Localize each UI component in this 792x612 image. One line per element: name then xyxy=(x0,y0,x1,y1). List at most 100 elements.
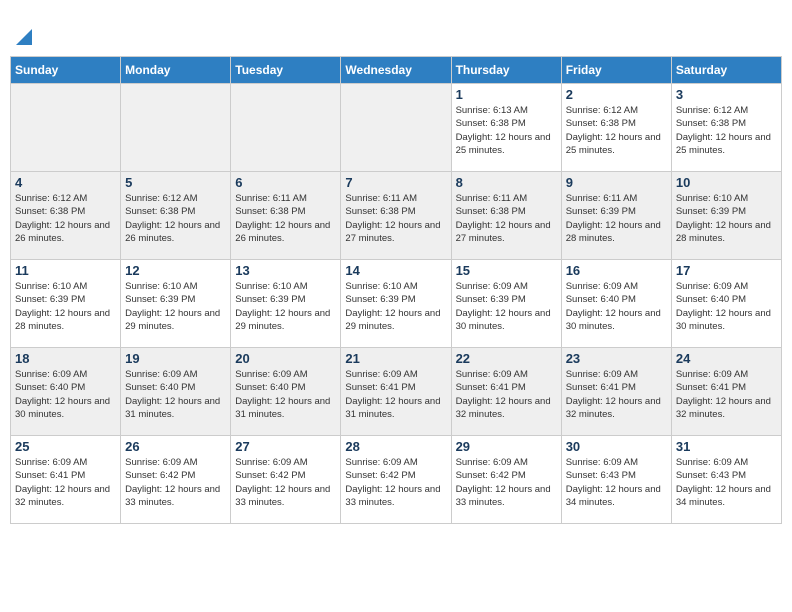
calendar-cell: 12 Sunrise: 6:10 AMSunset: 6:39 PMDayligh… xyxy=(121,260,231,348)
calendar-cell: 21 Sunrise: 6:09 AMSunset: 6:41 PMDayligh… xyxy=(341,348,451,436)
day-number: 19 xyxy=(125,351,226,366)
calendar-cell: 11Sunrise: 6:10 AMSunset: 6:39 PMDayligh… xyxy=(11,260,121,348)
day-info: Sunrise: 6:12 AMSunset: 6:38 PMDaylight:… xyxy=(566,104,667,157)
day-info: Sunrise: 6:11 AMSunset: 6:38 PMDaylight:… xyxy=(235,192,336,245)
day-number: 1 xyxy=(456,87,557,102)
day-number: 15 xyxy=(456,263,557,278)
day-info: Sunrise: 6:11 AMSunset: 6:38 PMDaylight:… xyxy=(456,192,557,245)
day-number: 14 xyxy=(345,263,446,278)
calendar-cell xyxy=(121,84,231,172)
day-number: 3 xyxy=(676,87,777,102)
header-monday: Monday xyxy=(121,57,231,84)
week-row-1: 1 Sunrise: 6:13 AMSunset: 6:38 PMDaylight… xyxy=(11,84,782,172)
day-info: Sunrise: 6:09 AMSunset: 6:39 PMDaylight:… xyxy=(456,280,557,333)
calendar-cell: 24 Sunrise: 6:09 AMSunset: 6:41 PMDayligh… xyxy=(671,348,781,436)
calendar-cell: 6 Sunrise: 6:11 AMSunset: 6:38 PMDaylight… xyxy=(231,172,341,260)
day-info: Sunrise: 6:09 AMSunset: 6:43 PMDaylight:… xyxy=(566,456,667,509)
calendar-header: SundayMondayTuesdayWednesdayThursdayFrid… xyxy=(11,57,782,84)
header-sunday: Sunday xyxy=(11,57,121,84)
day-info: Sunrise: 6:10 AMSunset: 6:39 PMDaylight:… xyxy=(676,192,777,245)
day-number: 20 xyxy=(235,351,336,366)
day-number: 29 xyxy=(456,439,557,454)
day-number: 23 xyxy=(566,351,667,366)
day-info: Sunrise: 6:11 AMSunset: 6:38 PMDaylight:… xyxy=(345,192,446,245)
calendar-cell: 7 Sunrise: 6:11 AMSunset: 6:38 PMDaylight… xyxy=(341,172,451,260)
day-number: 28 xyxy=(345,439,446,454)
header-saturday: Saturday xyxy=(671,57,781,84)
day-number: 26 xyxy=(125,439,226,454)
day-number: 16 xyxy=(566,263,667,278)
day-info: Sunrise: 6:09 AMSunset: 6:41 PMDaylight:… xyxy=(345,368,446,421)
day-info: Sunrise: 6:09 AMSunset: 6:41 PMDaylight:… xyxy=(15,456,116,509)
day-number: 11 xyxy=(15,263,116,278)
day-number: 13 xyxy=(235,263,336,278)
week-row-4: 18 Sunrise: 6:09 AMSunset: 6:40 PMDayligh… xyxy=(11,348,782,436)
day-number: 22 xyxy=(456,351,557,366)
day-info: Sunrise: 6:09 AMSunset: 6:41 PMDaylight:… xyxy=(566,368,667,421)
week-row-5: 25 Sunrise: 6:09 AMSunset: 6:41 PMDayligh… xyxy=(11,436,782,524)
day-info: Sunrise: 6:09 AMSunset: 6:40 PMDaylight:… xyxy=(15,368,116,421)
calendar-cell: 20 Sunrise: 6:09 AMSunset: 6:40 PMDayligh… xyxy=(231,348,341,436)
calendar-cell: 3 Sunrise: 6:12 AMSunset: 6:38 PMDaylight… xyxy=(671,84,781,172)
calendar-cell: 1 Sunrise: 6:13 AMSunset: 6:38 PMDaylight… xyxy=(451,84,561,172)
day-number: 31 xyxy=(676,439,777,454)
header xyxy=(10,10,782,50)
day-info: Sunrise: 6:10 AMSunset: 6:39 PMDaylight:… xyxy=(235,280,336,333)
calendar-cell xyxy=(341,84,451,172)
calendar-cell: 29 Sunrise: 6:09 AMSunset: 6:42 PMDayligh… xyxy=(451,436,561,524)
header-thursday: Thursday xyxy=(451,57,561,84)
header-row: SundayMondayTuesdayWednesdayThursdayFrid… xyxy=(11,57,782,84)
calendar-cell xyxy=(231,84,341,172)
day-info: Sunrise: 6:13 AMSunset: 6:38 PMDaylight:… xyxy=(456,104,557,157)
calendar-cell: 28 Sunrise: 6:09 AMSunset: 6:42 PMDayligh… xyxy=(341,436,451,524)
day-number: 27 xyxy=(235,439,336,454)
day-number: 6 xyxy=(235,175,336,190)
calendar-cell xyxy=(11,84,121,172)
calendar-cell: 25 Sunrise: 6:09 AMSunset: 6:41 PMDayligh… xyxy=(11,436,121,524)
day-info: Sunrise: 6:09 AMSunset: 6:41 PMDaylight:… xyxy=(676,368,777,421)
day-info: Sunrise: 6:09 AMSunset: 6:41 PMDaylight:… xyxy=(456,368,557,421)
day-number: 10 xyxy=(676,175,777,190)
day-info: Sunrise: 6:09 AMSunset: 6:42 PMDaylight:… xyxy=(456,456,557,509)
calendar-cell: 18 Sunrise: 6:09 AMSunset: 6:40 PMDayligh… xyxy=(11,348,121,436)
day-info: Sunrise: 6:12 AMSunset: 6:38 PMDaylight:… xyxy=(15,192,116,245)
day-info: Sunrise: 6:09 AMSunset: 6:42 PMDaylight:… xyxy=(345,456,446,509)
day-info: Sunrise: 6:09 AMSunset: 6:42 PMDaylight:… xyxy=(125,456,226,509)
day-number: 8 xyxy=(456,175,557,190)
day-number: 24 xyxy=(676,351,777,366)
day-info: Sunrise: 6:09 AMSunset: 6:40 PMDaylight:… xyxy=(235,368,336,421)
day-number: 18 xyxy=(15,351,116,366)
calendar-cell: 23 Sunrise: 6:09 AMSunset: 6:41 PMDayligh… xyxy=(561,348,671,436)
calendar-cell: 8 Sunrise: 6:11 AMSunset: 6:38 PMDaylight… xyxy=(451,172,561,260)
day-number: 21 xyxy=(345,351,446,366)
calendar-table: SundayMondayTuesdayWednesdayThursdayFrid… xyxy=(10,56,782,524)
calendar-body: 1 Sunrise: 6:13 AMSunset: 6:38 PMDaylight… xyxy=(11,84,782,524)
day-info: Sunrise: 6:10 AMSunset: 6:39 PMDaylight:… xyxy=(125,280,226,333)
logo-icon xyxy=(16,29,32,45)
day-info: Sunrise: 6:09 AMSunset: 6:40 PMDaylight:… xyxy=(676,280,777,333)
day-number: 7 xyxy=(345,175,446,190)
calendar-cell: 5Sunrise: 6:12 AMSunset: 6:38 PMDaylight… xyxy=(121,172,231,260)
calendar-cell: 26 Sunrise: 6:09 AMSunset: 6:42 PMDayligh… xyxy=(121,436,231,524)
day-number: 9 xyxy=(566,175,667,190)
calendar-cell: 14Sunrise: 6:10 AMSunset: 6:39 PMDayligh… xyxy=(341,260,451,348)
calendar-cell: 16 Sunrise: 6:09 AMSunset: 6:40 PMDayligh… xyxy=(561,260,671,348)
day-info: Sunrise: 6:12 AMSunset: 6:38 PMDaylight:… xyxy=(676,104,777,157)
header-friday: Friday xyxy=(561,57,671,84)
day-info: Sunrise: 6:09 AMSunset: 6:42 PMDaylight:… xyxy=(235,456,336,509)
day-number: 12 xyxy=(125,263,226,278)
logo-text xyxy=(14,10,32,50)
day-number: 17 xyxy=(676,263,777,278)
calendar-cell: 9Sunrise: 6:11 AMSunset: 6:39 PMDaylight… xyxy=(561,172,671,260)
day-number: 2 xyxy=(566,87,667,102)
calendar-cell: 17 Sunrise: 6:09 AMSunset: 6:40 PMDayligh… xyxy=(671,260,781,348)
calendar-cell: 19Sunrise: 6:09 AMSunset: 6:40 PMDayligh… xyxy=(121,348,231,436)
day-number: 4 xyxy=(15,175,116,190)
day-info: Sunrise: 6:12 AMSunset: 6:38 PMDaylight:… xyxy=(125,192,226,245)
calendar-cell: 31 Sunrise: 6:09 AMSunset: 6:43 PMDayligh… xyxy=(671,436,781,524)
header-tuesday: Tuesday xyxy=(231,57,341,84)
day-info: Sunrise: 6:09 AMSunset: 6:40 PMDaylight:… xyxy=(566,280,667,333)
calendar-cell: 22 Sunrise: 6:09 AMSunset: 6:41 PMDayligh… xyxy=(451,348,561,436)
day-info: Sunrise: 6:09 AMSunset: 6:43 PMDaylight:… xyxy=(676,456,777,509)
day-number: 25 xyxy=(15,439,116,454)
